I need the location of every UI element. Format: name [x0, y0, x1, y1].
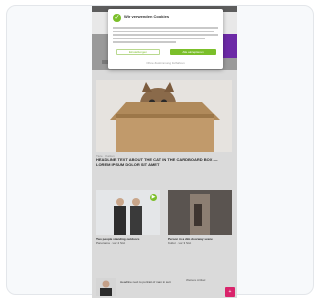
portrait-thumbnail [96, 278, 116, 296]
bottom-article-title: Headline next to portrait of man in suit [120, 280, 171, 284]
dialog-title: Wir verwenden Cookies [124, 14, 170, 19]
article-tile-text[interactable]: Two people standing outdoors Panorama · … [96, 237, 160, 245]
plus-icon[interactable]: + [225, 287, 235, 297]
check-circle-icon: ✓ [113, 14, 121, 22]
article-tile-text[interactable]: Person in a dim doorway scene Kultur · v… [168, 237, 232, 245]
article-tile-image[interactable] [168, 190, 232, 235]
play-icon[interactable]: ▶ [150, 194, 157, 201]
bottom-article-row[interactable]: Headline next to portrait of man in suit… [96, 278, 232, 298]
tile-meta: Kultur · vor 3 Std. [168, 241, 192, 245]
man-portrait [96, 278, 116, 296]
doorway-photo [168, 190, 232, 235]
cookie-consent-dialog: ✓ Wir verwenden Cookies Einstellungen Al… [108, 9, 223, 69]
continue-without-consent-link[interactable]: Ohne Zustimmung fortfahren [108, 61, 223, 65]
hero-article-title[interactable]: HEADLINE TEXT ABOUT THE CAT IN THE CARDB… [96, 157, 232, 167]
accept-all-button[interactable]: Alle akzeptieren [170, 49, 216, 55]
mobile-screenshot: Tiere · Katzen HEADLINE TEXT ABOUT THE C… [92, 6, 237, 298]
cat-in-box-illustration [96, 80, 232, 152]
dialog-body [113, 27, 218, 45]
tile-meta: Panorama · vor 2 Std. [96, 241, 126, 245]
hero-image[interactable] [96, 80, 232, 152]
settings-button[interactable]: Einstellungen [116, 49, 160, 55]
